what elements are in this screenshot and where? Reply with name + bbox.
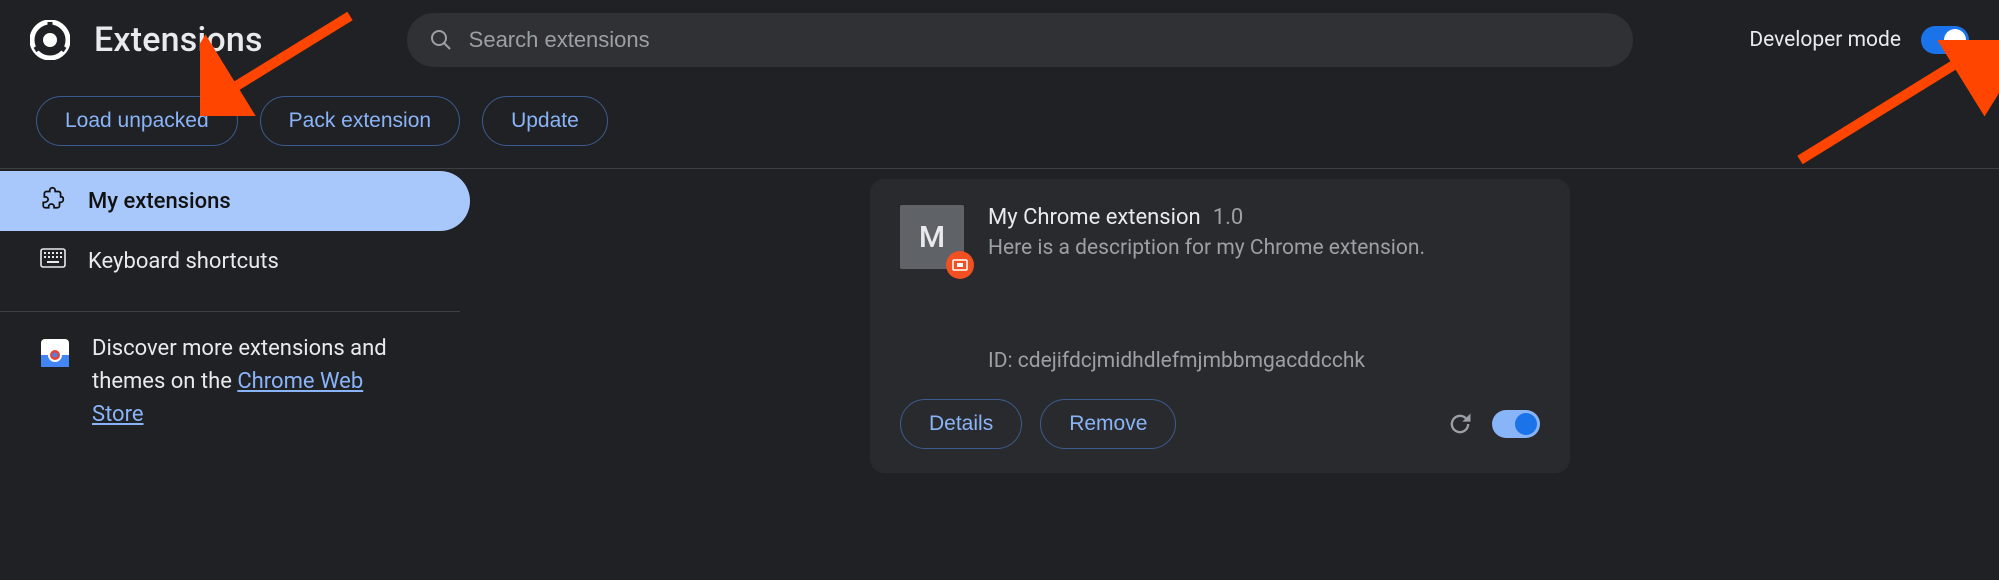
extension-version: 1.0: [1213, 205, 1244, 230]
sidebar-item-my-extensions[interactable]: My extensions: [0, 171, 470, 231]
update-button[interactable]: Update: [482, 96, 608, 146]
sidebar-item-keyboard-shortcuts[interactable]: Keyboard shortcuts: [0, 231, 460, 291]
sidebar-item-label: Keyboard shortcuts: [88, 249, 279, 274]
keyboard-icon: [40, 248, 66, 274]
extension-enabled-toggle[interactable]: [1492, 410, 1540, 438]
sidebar-item-label: My extensions: [88, 189, 231, 214]
page-title: Extensions: [94, 20, 263, 60]
developer-mode-label: Developer mode: [1749, 28, 1901, 52]
search-icon: [429, 28, 453, 52]
unpacked-badge-icon: [946, 251, 974, 279]
load-unpacked-button[interactable]: Load unpacked: [36, 96, 238, 146]
details-button[interactable]: Details: [900, 399, 1022, 449]
developer-mode-toggle[interactable]: [1921, 26, 1969, 54]
search-box[interactable]: [407, 13, 1633, 67]
remove-button[interactable]: Remove: [1040, 399, 1176, 449]
discover-section: Discover more extensions and themes on t…: [0, 332, 460, 431]
sidebar: My extensions Keyboard shortcuts: [0, 169, 460, 580]
developer-toolbar: Load unpacked Pack extension Update: [0, 80, 1999, 169]
chrome-extensions-logo-icon: [30, 20, 70, 60]
pack-extension-button[interactable]: Pack extension: [260, 96, 460, 146]
extension-card: M My Chrome extension 1.0 Here is a desc…: [870, 179, 1570, 473]
extension-description: Here is a description for my Chrome exte…: [988, 236, 1425, 260]
reload-icon[interactable]: [1446, 410, 1474, 438]
search-input[interactable]: [467, 26, 1611, 54]
chrome-web-store-icon: [40, 338, 70, 368]
extension-id: ID: cdejifdcjmidhdlefmjmbbmgacddcchk: [988, 349, 1540, 373]
sidebar-divider: [0, 311, 460, 312]
extension-name: My Chrome extension: [988, 205, 1201, 230]
puzzle-icon: [40, 185, 66, 217]
